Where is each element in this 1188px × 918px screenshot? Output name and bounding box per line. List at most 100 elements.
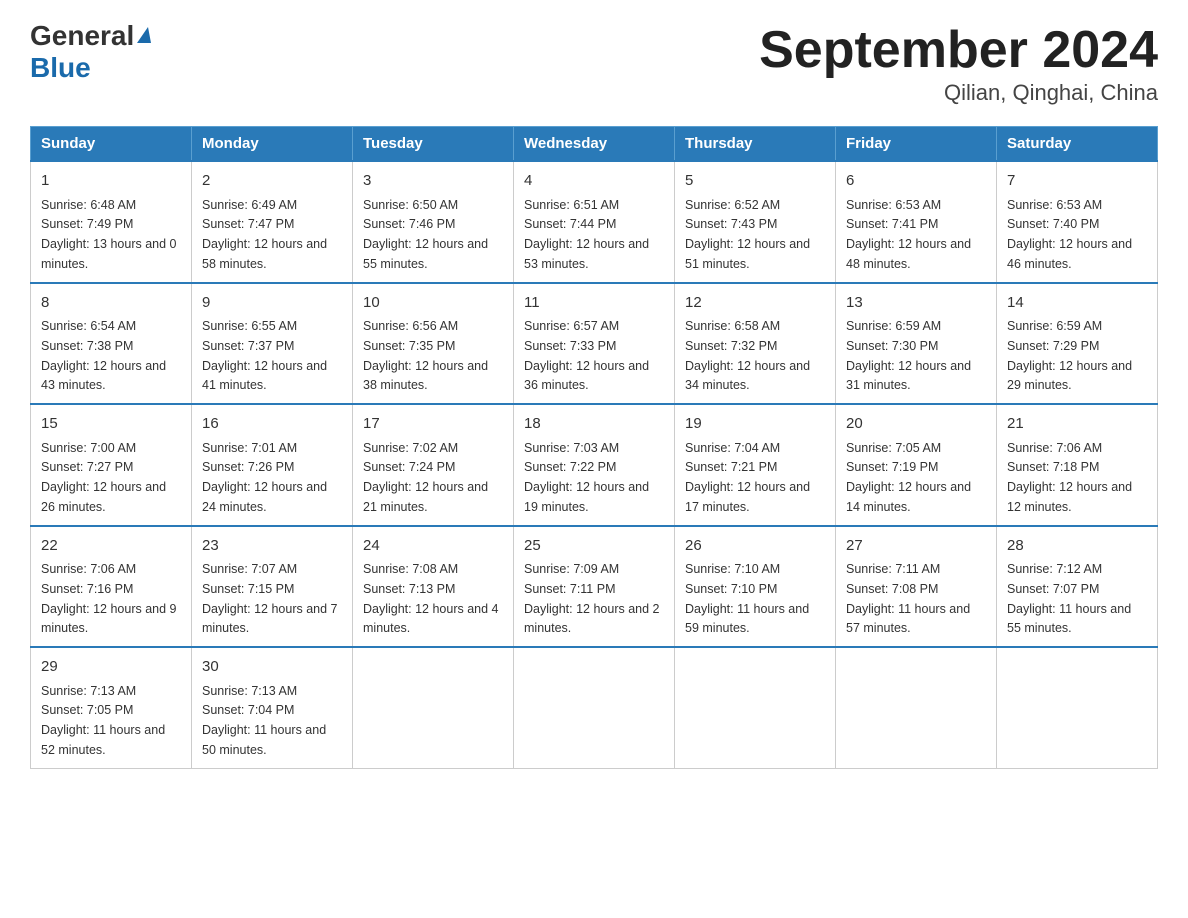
calendar-cell (997, 647, 1158, 768)
day-info: Sunrise: 7:08 AMSunset: 7:13 PMDaylight:… (363, 562, 499, 635)
calendar-cell: 23 Sunrise: 7:07 AMSunset: 7:15 PMDaylig… (192, 526, 353, 648)
day-info: Sunrise: 6:53 AMSunset: 7:40 PMDaylight:… (1007, 198, 1132, 271)
day-info: Sunrise: 6:52 AMSunset: 7:43 PMDaylight:… (685, 198, 810, 271)
calendar-cell: 8 Sunrise: 6:54 AMSunset: 7:38 PMDayligh… (31, 283, 192, 405)
logo-blue: Blue (30, 52, 91, 84)
calendar-cell: 22 Sunrise: 7:06 AMSunset: 7:16 PMDaylig… (31, 526, 192, 648)
day-info: Sunrise: 7:12 AMSunset: 7:07 PMDaylight:… (1007, 562, 1131, 635)
day-number: 24 (363, 535, 503, 558)
calendar-cell (836, 647, 997, 768)
calendar-cell: 5 Sunrise: 6:52 AMSunset: 7:43 PMDayligh… (675, 161, 836, 283)
calendar-cell: 7 Sunrise: 6:53 AMSunset: 7:40 PMDayligh… (997, 161, 1158, 283)
day-number: 7 (1007, 170, 1147, 193)
day-info: Sunrise: 7:11 AMSunset: 7:08 PMDaylight:… (846, 562, 970, 635)
day-number: 20 (846, 413, 986, 436)
calendar-cell (353, 647, 514, 768)
calendar-cell: 28 Sunrise: 7:12 AMSunset: 7:07 PMDaylig… (997, 526, 1158, 648)
day-info: Sunrise: 7:01 AMSunset: 7:26 PMDaylight:… (202, 441, 327, 514)
day-number: 9 (202, 292, 342, 315)
col-friday: Friday (836, 127, 997, 162)
day-number: 26 (685, 535, 825, 558)
col-monday: Monday (192, 127, 353, 162)
day-info: Sunrise: 7:00 AMSunset: 7:27 PMDaylight:… (41, 441, 166, 514)
day-number: 16 (202, 413, 342, 436)
col-saturday: Saturday (997, 127, 1158, 162)
day-number: 23 (202, 535, 342, 558)
day-number: 12 (685, 292, 825, 315)
calendar-cell: 25 Sunrise: 7:09 AMSunset: 7:11 PMDaylig… (514, 526, 675, 648)
day-info: Sunrise: 7:02 AMSunset: 7:24 PMDaylight:… (363, 441, 488, 514)
day-number: 15 (41, 413, 181, 436)
day-info: Sunrise: 6:51 AMSunset: 7:44 PMDaylight:… (524, 198, 649, 271)
day-info: Sunrise: 6:57 AMSunset: 7:33 PMDaylight:… (524, 319, 649, 392)
day-number: 8 (41, 292, 181, 315)
calendar-table: Sunday Monday Tuesday Wednesday Thursday… (30, 126, 1158, 769)
calendar-cell: 9 Sunrise: 6:55 AMSunset: 7:37 PMDayligh… (192, 283, 353, 405)
calendar-cell: 30 Sunrise: 7:13 AMSunset: 7:04 PMDaylig… (192, 647, 353, 768)
page-title: September 2024 (759, 20, 1158, 80)
calendar-cell: 27 Sunrise: 7:11 AMSunset: 7:08 PMDaylig… (836, 526, 997, 648)
day-info: Sunrise: 6:56 AMSunset: 7:35 PMDaylight:… (363, 319, 488, 392)
days-of-week-row: Sunday Monday Tuesday Wednesday Thursday… (31, 127, 1158, 162)
day-info: Sunrise: 7:06 AMSunset: 7:16 PMDaylight:… (41, 562, 177, 635)
day-info: Sunrise: 6:58 AMSunset: 7:32 PMDaylight:… (685, 319, 810, 392)
day-info: Sunrise: 7:05 AMSunset: 7:19 PMDaylight:… (846, 441, 971, 514)
calendar-cell (675, 647, 836, 768)
calendar-cell: 29 Sunrise: 7:13 AMSunset: 7:05 PMDaylig… (31, 647, 192, 768)
day-number: 5 (685, 170, 825, 193)
day-number: 25 (524, 535, 664, 558)
day-number: 21 (1007, 413, 1147, 436)
week-row-2: 8 Sunrise: 6:54 AMSunset: 7:38 PMDayligh… (31, 283, 1158, 405)
calendar-cell: 26 Sunrise: 7:10 AMSunset: 7:10 PMDaylig… (675, 526, 836, 648)
week-row-3: 15 Sunrise: 7:00 AMSunset: 7:27 PMDaylig… (31, 404, 1158, 526)
day-number: 18 (524, 413, 664, 436)
day-info: Sunrise: 7:04 AMSunset: 7:21 PMDaylight:… (685, 441, 810, 514)
day-info: Sunrise: 6:54 AMSunset: 7:38 PMDaylight:… (41, 319, 166, 392)
day-number: 17 (363, 413, 503, 436)
page-subtitle: Qilian, Qinghai, China (759, 80, 1158, 106)
calendar-cell: 18 Sunrise: 7:03 AMSunset: 7:22 PMDaylig… (514, 404, 675, 526)
day-info: Sunrise: 6:48 AMSunset: 7:49 PMDaylight:… (41, 198, 177, 271)
calendar-cell: 12 Sunrise: 6:58 AMSunset: 7:32 PMDaylig… (675, 283, 836, 405)
day-number: 27 (846, 535, 986, 558)
calendar-cell: 1 Sunrise: 6:48 AMSunset: 7:49 PMDayligh… (31, 161, 192, 283)
day-number: 6 (846, 170, 986, 193)
day-info: Sunrise: 7:03 AMSunset: 7:22 PMDaylight:… (524, 441, 649, 514)
page-header: General Blue September 2024 Qilian, Qing… (30, 20, 1158, 106)
col-sunday: Sunday (31, 127, 192, 162)
day-number: 19 (685, 413, 825, 436)
calendar-cell: 15 Sunrise: 7:00 AMSunset: 7:27 PMDaylig… (31, 404, 192, 526)
day-number: 28 (1007, 535, 1147, 558)
col-tuesday: Tuesday (353, 127, 514, 162)
calendar-cell (514, 647, 675, 768)
day-info: Sunrise: 7:06 AMSunset: 7:18 PMDaylight:… (1007, 441, 1132, 514)
calendar-cell: 10 Sunrise: 6:56 AMSunset: 7:35 PMDaylig… (353, 283, 514, 405)
calendar-cell: 6 Sunrise: 6:53 AMSunset: 7:41 PMDayligh… (836, 161, 997, 283)
day-info: Sunrise: 7:13 AMSunset: 7:05 PMDaylight:… (41, 684, 165, 757)
day-info: Sunrise: 7:10 AMSunset: 7:10 PMDaylight:… (685, 562, 809, 635)
logo-triangle-icon (137, 27, 151, 43)
day-info: Sunrise: 7:07 AMSunset: 7:15 PMDaylight:… (202, 562, 338, 635)
day-info: Sunrise: 6:55 AMSunset: 7:37 PMDaylight:… (202, 319, 327, 392)
day-number: 30 (202, 656, 342, 679)
calendar-cell: 21 Sunrise: 7:06 AMSunset: 7:18 PMDaylig… (997, 404, 1158, 526)
day-number: 14 (1007, 292, 1147, 315)
day-info: Sunrise: 7:13 AMSunset: 7:04 PMDaylight:… (202, 684, 326, 757)
day-number: 11 (524, 292, 664, 315)
day-number: 10 (363, 292, 503, 315)
day-number: 4 (524, 170, 664, 193)
day-number: 1 (41, 170, 181, 193)
day-info: Sunrise: 7:09 AMSunset: 7:11 PMDaylight:… (524, 562, 660, 635)
week-row-4: 22 Sunrise: 7:06 AMSunset: 7:16 PMDaylig… (31, 526, 1158, 648)
col-thursday: Thursday (675, 127, 836, 162)
day-number: 3 (363, 170, 503, 193)
calendar-cell: 11 Sunrise: 6:57 AMSunset: 7:33 PMDaylig… (514, 283, 675, 405)
day-number: 13 (846, 292, 986, 315)
calendar-cell: 16 Sunrise: 7:01 AMSunset: 7:26 PMDaylig… (192, 404, 353, 526)
calendar-cell: 20 Sunrise: 7:05 AMSunset: 7:19 PMDaylig… (836, 404, 997, 526)
day-info: Sunrise: 6:49 AMSunset: 7:47 PMDaylight:… (202, 198, 327, 271)
day-number: 22 (41, 535, 181, 558)
week-row-5: 29 Sunrise: 7:13 AMSunset: 7:05 PMDaylig… (31, 647, 1158, 768)
calendar-cell: 13 Sunrise: 6:59 AMSunset: 7:30 PMDaylig… (836, 283, 997, 405)
day-info: Sunrise: 6:53 AMSunset: 7:41 PMDaylight:… (846, 198, 971, 271)
